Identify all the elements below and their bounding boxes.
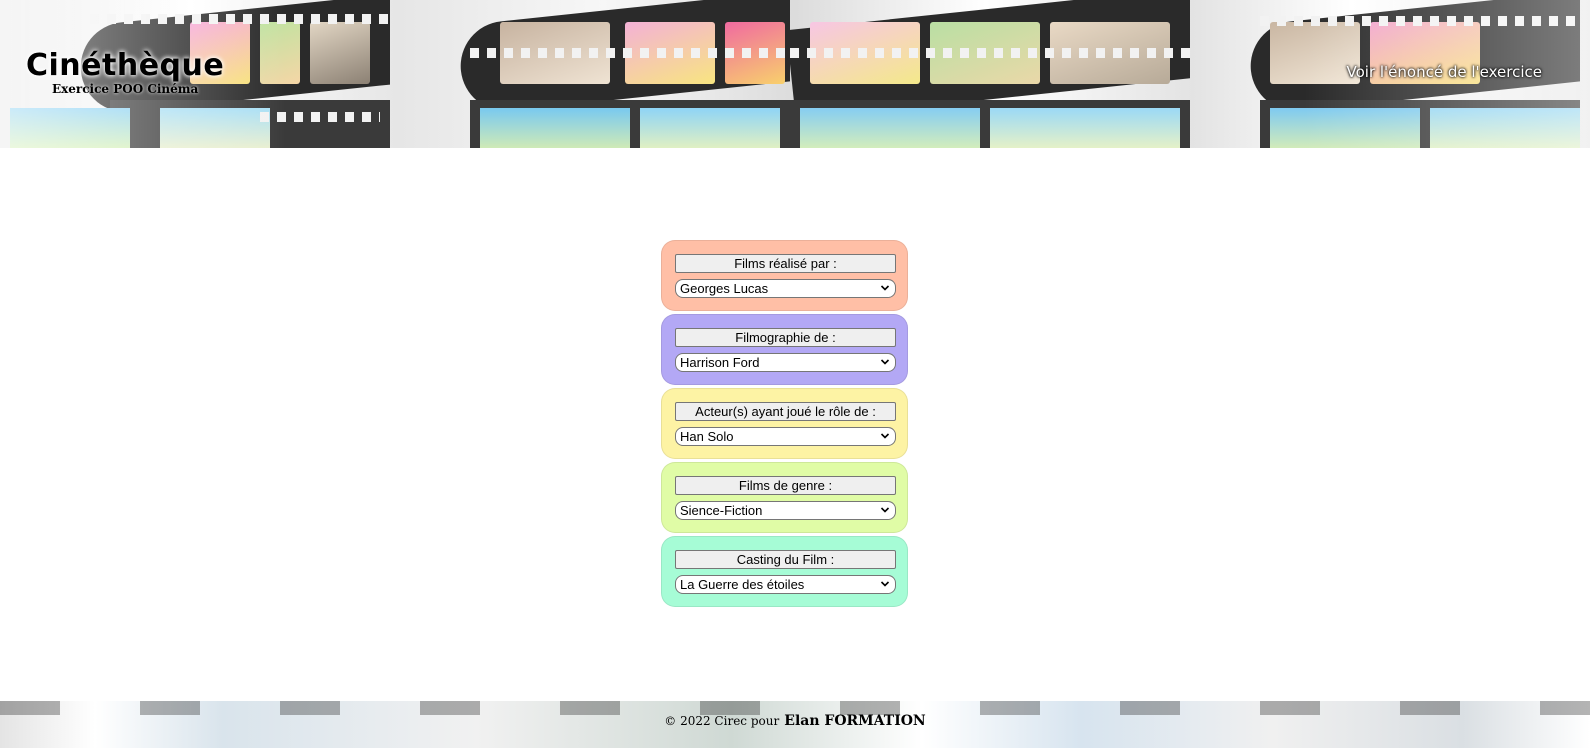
film-casting-button[interactable]: Casting du Film : bbox=[675, 550, 896, 569]
footer-copyright: © 2022 Cirec pour bbox=[664, 714, 780, 728]
actor-select[interactable]: Harrison Ford bbox=[675, 353, 896, 372]
panel-actor: Filmographie de : Harrison Ford bbox=[661, 314, 908, 385]
enonce-link[interactable]: Voir l'énoncé de l'exercice bbox=[1347, 63, 1542, 81]
chevron-down-icon bbox=[880, 285, 890, 291]
site-title: Cinéthèque bbox=[26, 48, 225, 83]
actor-select-value: Harrison Ford bbox=[680, 355, 760, 370]
header-banner: Cinéthèque Exercice POO Cinéma Voir l'én… bbox=[0, 0, 1590, 148]
films-by-director-button[interactable]: Films réalisé par : bbox=[675, 254, 896, 273]
chevron-down-icon bbox=[880, 433, 890, 439]
filter-panels: Films réalisé par : Georges Lucas Filmog… bbox=[661, 240, 908, 610]
genre-select[interactable]: Sience-Fiction bbox=[675, 501, 896, 520]
site-subtitle: Exercice POO Cinéma bbox=[51, 82, 199, 96]
role-select[interactable]: Han Solo bbox=[675, 427, 896, 446]
director-select[interactable]: Georges Lucas bbox=[675, 279, 896, 298]
film-select-value: La Guerre des étoiles bbox=[680, 577, 805, 592]
panel-director: Films réalisé par : Georges Lucas bbox=[661, 240, 908, 311]
role-select-value: Han Solo bbox=[680, 429, 734, 444]
panel-genre: Films de genre : Sience-Fiction bbox=[661, 462, 908, 533]
chevron-down-icon bbox=[880, 359, 890, 365]
panel-casting: Casting du Film : La Guerre des étoiles bbox=[661, 536, 908, 607]
chevron-down-icon bbox=[880, 581, 890, 587]
chevron-down-icon bbox=[880, 507, 890, 513]
footer: © 2022 Cirec pour Elan FORMATION bbox=[0, 701, 1590, 748]
filmography-button[interactable]: Filmographie de : bbox=[675, 328, 896, 347]
footer-credit: © 2022 Cirec pour Elan FORMATION bbox=[0, 710, 1590, 729]
genre-select-value: Sience-Fiction bbox=[680, 503, 763, 518]
panel-role: Acteur(s) ayant joué le rôle de : Han So… bbox=[661, 388, 908, 459]
actors-by-role-button[interactable]: Acteur(s) ayant joué le rôle de : bbox=[675, 402, 896, 421]
film-select[interactable]: La Guerre des étoiles bbox=[675, 575, 896, 594]
site-brand[interactable]: Cinéthèque Exercice POO Cinéma bbox=[26, 48, 224, 96]
films-by-genre-button[interactable]: Films de genre : bbox=[675, 476, 896, 495]
footer-company: Elan FORMATION bbox=[784, 713, 926, 729]
director-select-value: Georges Lucas bbox=[680, 281, 769, 296]
